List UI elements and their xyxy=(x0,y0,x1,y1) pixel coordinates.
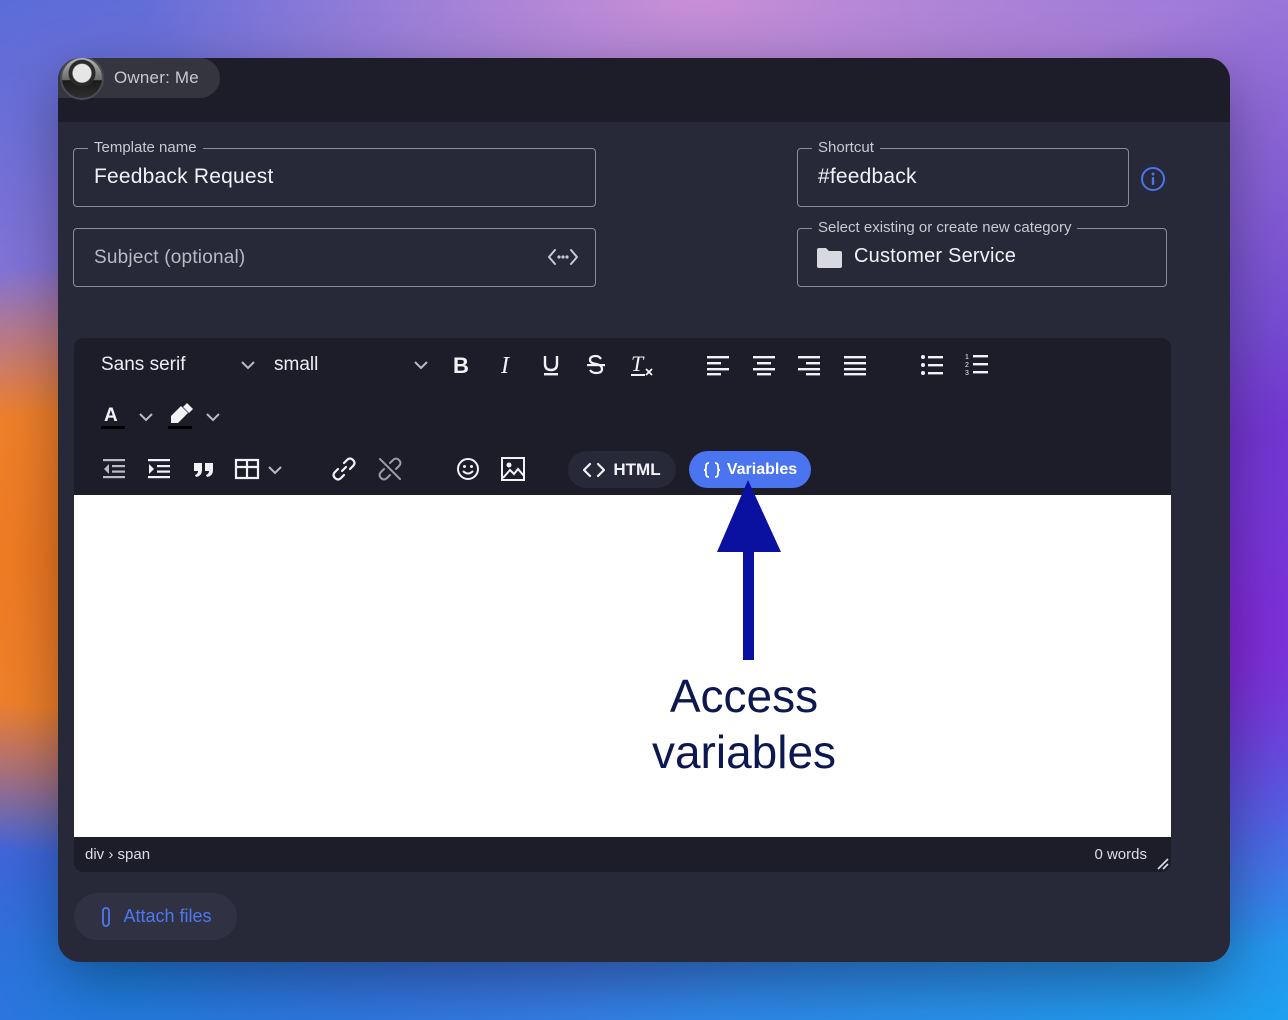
font-family-value: Sans serif xyxy=(101,354,186,375)
word-count: 0 words xyxy=(1094,846,1147,863)
element-path[interactable]: div › span xyxy=(85,846,150,863)
owner-chip[interactable]: Owner: Me xyxy=(58,58,220,100)
shortcut-value: #feedback xyxy=(818,165,917,188)
font-size-select[interactable]: small xyxy=(274,354,318,376)
svg-text:3: 3 xyxy=(965,370,969,377)
subject-field[interactable]: Subject (optional) xyxy=(73,228,596,287)
chevron-down-icon[interactable] xyxy=(138,410,154,428)
braces-icon xyxy=(703,461,720,478)
chevron-down-icon[interactable] xyxy=(413,358,429,376)
italic-icon[interactable]: I xyxy=(494,350,520,380)
svg-text:I: I xyxy=(500,354,510,376)
folder-icon xyxy=(816,247,843,274)
chevron-down-icon[interactable] xyxy=(205,410,221,428)
annotation-text: Access variables xyxy=(620,668,868,780)
underline-icon[interactable] xyxy=(538,350,564,380)
shortcut-legend: Shortcut xyxy=(812,139,880,157)
owner-label: Owner: Me xyxy=(114,68,199,87)
svg-text:1: 1 xyxy=(965,354,969,361)
emoji-icon[interactable] xyxy=(455,456,481,482)
template-name-legend: Template name xyxy=(88,139,203,157)
align-right-icon[interactable] xyxy=(796,352,822,378)
numbered-list-icon[interactable]: 123 xyxy=(964,352,990,378)
template-editor-window: Owner: Me Template name Feedback Request… xyxy=(58,58,1230,962)
font-size-value: small xyxy=(274,354,319,375)
bullet-list-icon[interactable] xyxy=(919,352,945,378)
resize-handle-icon[interactable] xyxy=(1157,857,1169,872)
svg-text:B: B xyxy=(453,354,469,376)
attach-files-button[interactable]: Attach files xyxy=(74,893,237,940)
image-icon[interactable] xyxy=(499,455,527,483)
text-color-icon[interactable]: A xyxy=(100,402,126,432)
top-bar: Owner: Me xyxy=(58,58,1230,122)
category-field[interactable]: Select existing or create new category C… xyxy=(797,219,1167,287)
avatar xyxy=(60,58,104,100)
bold-icon[interactable]: B xyxy=(448,350,474,380)
info-icon[interactable] xyxy=(1140,166,1166,197)
chevron-down-icon[interactable] xyxy=(267,463,283,481)
variables-button[interactable]: Variables xyxy=(689,451,811,488)
paperclip-icon xyxy=(102,906,111,927)
align-left-icon[interactable] xyxy=(705,352,731,378)
align-justify-icon[interactable] xyxy=(842,352,868,378)
font-family-select[interactable]: Sans serif xyxy=(101,354,185,376)
code-brackets-icon xyxy=(583,462,606,477)
variable-code-icon[interactable] xyxy=(547,247,579,272)
rich-text-editor: Sans serif small B I T 1 2 3 A HTML Vari… xyxy=(74,338,1171,872)
template-name-field[interactable]: Template name Feedback Request xyxy=(73,139,596,207)
category-value: Customer Service xyxy=(854,245,1017,267)
blockquote-icon[interactable] xyxy=(191,456,217,482)
editor-content-area[interactable] xyxy=(74,495,1171,837)
table-icon[interactable] xyxy=(233,456,261,482)
variables-button-label: Variables xyxy=(726,460,798,478)
outdent-icon[interactable] xyxy=(101,456,127,482)
chevron-down-icon[interactable] xyxy=(240,358,256,376)
svg-text:A: A xyxy=(104,405,118,426)
svg-text:2: 2 xyxy=(965,362,969,369)
editor-statusbar: div › span 0 words xyxy=(74,837,1171,872)
shortcut-field[interactable]: Shortcut #feedback xyxy=(797,139,1129,207)
attach-files-label: Attach files xyxy=(123,906,212,926)
indent-icon[interactable] xyxy=(146,456,172,482)
subject-placeholder: Subject (optional) xyxy=(94,247,246,268)
clear-formatting-icon[interactable]: T xyxy=(628,350,656,380)
svg-text:T: T xyxy=(631,352,645,376)
align-center-icon[interactable] xyxy=(751,352,777,378)
template-name-value: Feedback Request xyxy=(94,165,274,188)
highlight-color-icon[interactable] xyxy=(166,402,194,432)
link-icon[interactable] xyxy=(330,455,358,483)
html-button[interactable]: HTML xyxy=(568,451,676,488)
html-button-label: HTML xyxy=(613,459,661,479)
annotation-line-1: Access xyxy=(669,670,819,722)
annotation-line-2: variables xyxy=(651,726,837,778)
category-legend: Select existing or create new category xyxy=(812,219,1078,237)
unlink-icon[interactable] xyxy=(376,455,404,483)
strikethrough-icon[interactable] xyxy=(583,350,609,380)
